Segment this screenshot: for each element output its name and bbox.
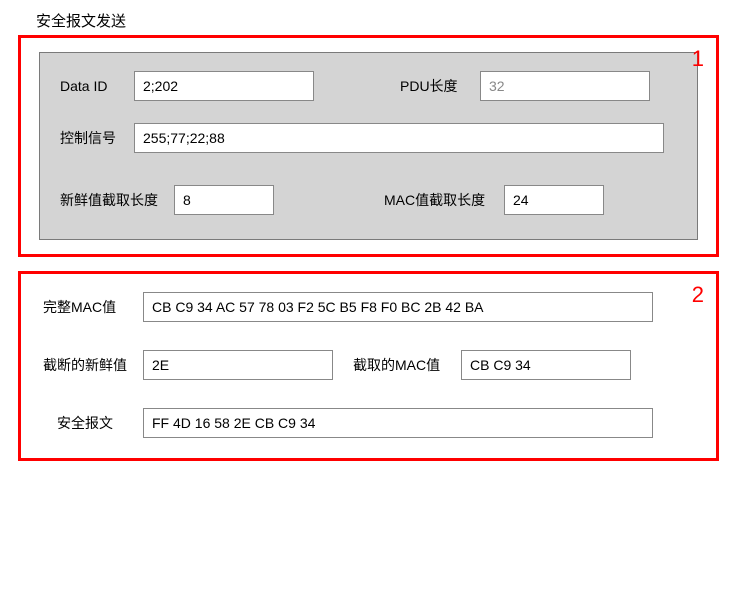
section-title: 安全报文发送 xyxy=(18,10,719,31)
label-trunc-mac: 截取的MAC值 xyxy=(353,355,453,375)
input-trunc-fresh[interactable] xyxy=(143,350,333,380)
field-trunc-fresh: 截断的新鲜值 xyxy=(43,350,333,380)
row-ctrl: 控制信号 xyxy=(60,123,677,153)
input-full-mac[interactable] xyxy=(143,292,653,322)
label-pdu-length: PDU长度 xyxy=(400,76,472,96)
field-trunc-mac: 截取的MAC值 xyxy=(353,350,631,380)
section-badge-2: 2 xyxy=(692,282,704,308)
label-fresh-length: 新鲜值截取长度 xyxy=(60,190,166,210)
label-mac-length: MAC值截取长度 xyxy=(384,190,496,210)
field-pdu-length: PDU长度 xyxy=(400,71,650,101)
input-mac-length[interactable] xyxy=(504,185,604,215)
output-section-box: 2 完整MAC值 截断的新鲜值 截取的MAC值 安全报文 xyxy=(18,271,719,461)
field-full-mac: 完整MAC值 xyxy=(43,292,653,322)
label-control-signal: 控制信号 xyxy=(60,128,126,148)
input-fresh-length[interactable] xyxy=(174,185,274,215)
input-data-id[interactable] xyxy=(134,71,314,101)
row-lengths: 新鲜值截取长度 MAC值截取长度 xyxy=(60,185,677,215)
label-trunc-fresh: 截断的新鲜值 xyxy=(43,355,135,375)
field-control-signal: 控制信号 xyxy=(60,123,664,153)
row-sec-msg: 安全报文 xyxy=(43,408,694,438)
input-pdu-length[interactable] xyxy=(480,71,650,101)
section-badge-1: 1 xyxy=(692,46,704,72)
label-security-message: 安全报文 xyxy=(57,413,135,433)
field-data-id: Data ID xyxy=(60,71,314,101)
field-fresh-length: 新鲜值截取长度 xyxy=(60,185,274,215)
config-section-box: 1 Data ID PDU长度 控制信号 新鲜值截取长度 xyxy=(18,35,719,257)
field-security-message: 安全报文 xyxy=(43,408,653,438)
label-full-mac: 完整MAC值 xyxy=(43,297,135,317)
input-control-signal[interactable] xyxy=(134,123,664,153)
row-full-mac: 完整MAC值 xyxy=(43,292,694,322)
field-mac-length: MAC值截取长度 xyxy=(384,185,604,215)
config-panel: Data ID PDU长度 控制信号 新鲜值截取长度 MAC值截取长度 xyxy=(39,52,698,240)
row-trunc: 截断的新鲜值 截取的MAC值 xyxy=(43,350,694,380)
label-data-id: Data ID xyxy=(60,78,126,94)
input-trunc-mac[interactable] xyxy=(461,350,631,380)
input-security-message[interactable] xyxy=(143,408,653,438)
row-data-pdu: Data ID PDU长度 xyxy=(60,71,677,101)
